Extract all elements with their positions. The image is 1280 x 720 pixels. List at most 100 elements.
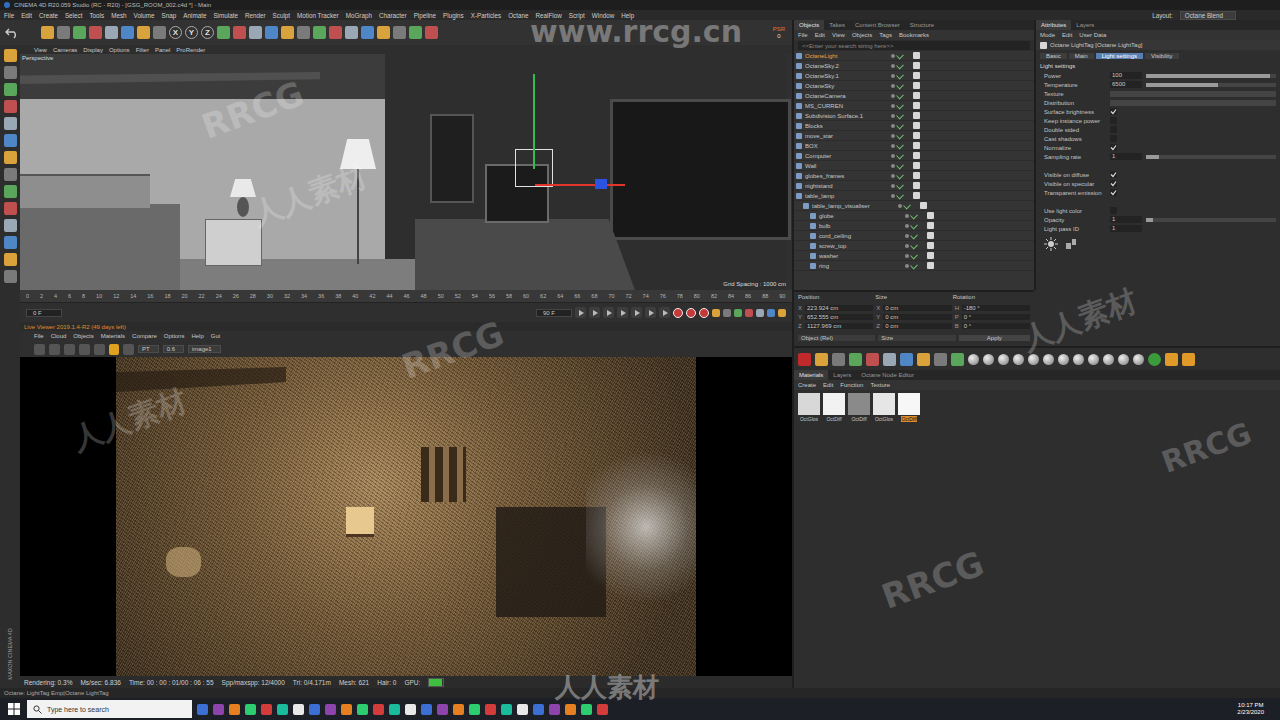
material-swatch[interactable]: OctDiff	[823, 393, 845, 422]
visibility-icon[interactable]	[898, 204, 902, 208]
taskbar-app-icon[interactable]	[405, 704, 416, 715]
tool-icon[interactable]	[4, 100, 17, 113]
tool-icon[interactable]	[297, 26, 310, 39]
transport-button[interactable]	[631, 307, 642, 318]
menu-item[interactable]: Pipeline	[414, 12, 436, 19]
tool-icon[interactable]	[41, 26, 54, 39]
octane-tool-icon[interactable]	[849, 353, 862, 366]
key-icon[interactable]	[778, 309, 786, 317]
shape-icon[interactable]	[968, 354, 979, 365]
tag-icon[interactable]	[913, 52, 920, 59]
menu-item[interactable]: Select	[65, 12, 83, 19]
octane-tool-icon[interactable]	[951, 353, 964, 366]
visibility-icon[interactable]	[905, 254, 909, 258]
menu-item[interactable]: RealFlow	[535, 12, 561, 19]
enable-icon[interactable]	[910, 252, 918, 260]
transport-button[interactable]	[603, 307, 614, 318]
enable-icon[interactable]	[896, 62, 904, 70]
taskbar-app-icon[interactable]	[533, 704, 544, 715]
visibility-icon[interactable]	[891, 134, 895, 138]
object-manager-menu-item[interactable]: Bookmarks	[899, 32, 929, 38]
object-row[interactable]: washer	[794, 251, 1034, 261]
enable-icon[interactable]	[910, 262, 918, 270]
enable-icon[interactable]	[903, 202, 911, 210]
menu-item[interactable]: Help	[621, 12, 634, 19]
taskbar-app-icon[interactable]	[597, 704, 608, 715]
transport-button[interactable]	[589, 307, 600, 318]
live-viewer-menu-item[interactable]: Cloud	[51, 333, 67, 339]
attribute-tab[interactable]: Attributes	[1036, 20, 1071, 30]
object-manager-tab[interactable]: Objects	[794, 20, 824, 30]
viewport-menu-item[interactable]: View	[34, 47, 47, 53]
object-row[interactable]: Subdivision Surface.1	[794, 111, 1034, 121]
tag-icon[interactable]	[913, 142, 920, 149]
visibility-icon[interactable]	[905, 244, 909, 248]
timeline-ruler[interactable]: 0246810121416182022242628303234363840424…	[20, 290, 792, 303]
transport-button[interactable]	[575, 307, 586, 318]
visibility-icon[interactable]	[891, 174, 895, 178]
checkbox[interactable]	[1110, 171, 1117, 178]
enable-icon[interactable]	[896, 92, 904, 100]
object-row[interactable]: OctaneSky.1	[794, 71, 1034, 81]
attribute-subtab[interactable]: Visibility	[1145, 53, 1179, 59]
tool-icon[interactable]	[377, 26, 390, 39]
visibility-icon[interactable]	[905, 224, 909, 228]
size-field[interactable]: 0 cm	[883, 305, 951, 311]
material-tab[interactable]: Materials	[794, 370, 828, 380]
object-manager-menu-item[interactable]: View	[832, 32, 845, 38]
render-control-icon[interactable]	[34, 344, 45, 355]
material-menu-item[interactable]: Edit	[823, 382, 833, 388]
object-row[interactable]: bulb	[794, 221, 1034, 231]
checkbox[interactable]	[1110, 207, 1117, 214]
enable-icon[interactable]	[896, 142, 904, 150]
key-icon[interactable]	[756, 309, 764, 317]
attribute-subtab[interactable]: Main	[1069, 53, 1094, 59]
render-control-icon[interactable]	[94, 344, 105, 355]
enable-icon[interactable]	[896, 172, 904, 180]
object-row[interactable]: OctaneLight	[794, 51, 1034, 61]
object-manager-menu-item[interactable]: Tags	[879, 32, 892, 38]
shape-icon[interactable]	[1043, 354, 1054, 365]
octane-tool-icon[interactable]	[934, 353, 947, 366]
end-frame-field[interactable]: 90 F	[536, 309, 572, 317]
object-row[interactable]: table_lamp	[794, 191, 1034, 201]
tool-icon[interactable]	[4, 253, 17, 266]
tool-icon[interactable]	[121, 26, 134, 39]
tool-icon[interactable]	[105, 26, 118, 39]
menu-item[interactable]: Octane	[508, 12, 528, 19]
tool-icon[interactable]	[265, 26, 278, 39]
tool-icon[interactable]	[4, 202, 17, 215]
tag-icon[interactable]	[927, 222, 934, 229]
taskbar-app-icon[interactable]	[469, 704, 480, 715]
octane-tool-icon[interactable]	[815, 353, 828, 366]
live-viewer-menu-item[interactable]: Help	[191, 333, 203, 339]
key-icon[interactable]	[745, 309, 753, 317]
menu-item[interactable]: Animate	[183, 12, 206, 19]
tool-icon[interactable]	[281, 26, 294, 39]
taskbar-clock[interactable]: 10:17 PM2/23/2020	[1237, 702, 1274, 716]
tool-icon[interactable]	[1182, 353, 1195, 366]
visibility-icon[interactable]	[891, 164, 895, 168]
render-control-icon[interactable]	[123, 344, 134, 355]
material-tab[interactable]: Layers	[828, 370, 856, 380]
tool-icon[interactable]	[4, 66, 17, 79]
octane-tool-icon[interactable]	[883, 353, 896, 366]
tag-icon[interactable]	[913, 62, 920, 69]
material-menu-item[interactable]: Create	[798, 382, 816, 388]
viewport-menu-item[interactable]: Display	[83, 47, 103, 53]
tool-icon[interactable]	[4, 219, 17, 232]
checkbox[interactable]	[1110, 144, 1117, 151]
object-row[interactable]: globe	[794, 211, 1034, 221]
coordinate-mode-dropdown[interactable]: Object (Rel)	[798, 335, 875, 341]
tool-icon[interactable]	[4, 151, 17, 164]
enable-icon[interactable]	[910, 222, 918, 230]
tag-icon[interactable]	[927, 212, 934, 219]
tag-icon[interactable]	[927, 242, 934, 249]
material-menu-item[interactable]: Function	[840, 382, 863, 388]
transport-button[interactable]	[645, 307, 656, 318]
render-option-dropdown[interactable]: image1	[188, 345, 221, 353]
tool-icon[interactable]	[393, 26, 406, 39]
tool-icon[interactable]	[4, 49, 17, 62]
position-field[interactable]: 1127.969 cm	[805, 323, 873, 329]
enable-icon[interactable]	[896, 162, 904, 170]
